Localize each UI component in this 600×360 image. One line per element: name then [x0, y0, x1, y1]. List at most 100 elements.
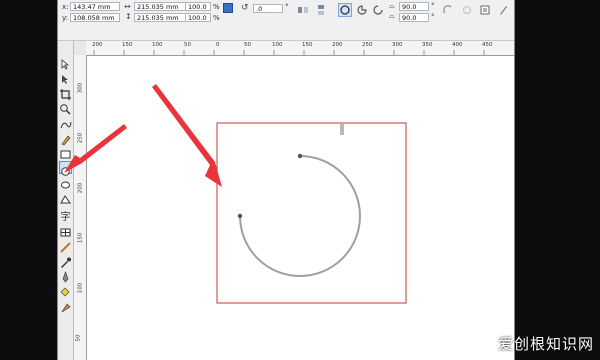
start-angle-icon: ⌓	[389, 2, 395, 10]
ruler-tick-label: 100	[272, 42, 283, 48]
ruler-tick-label: 300	[77, 82, 84, 94]
ruler-tick-label: 150	[122, 42, 133, 48]
ruler-tick-label: 150	[77, 232, 84, 244]
eyedropper-tool-icon	[61, 257, 71, 268]
svg-text:字: 字	[61, 210, 71, 222]
ellipse-icon	[340, 5, 350, 15]
start-angle-degree: °	[431, 2, 435, 10]
ruler-tick-label: 50	[75, 334, 82, 342]
toolbox: 字	[58, 41, 74, 360]
smart-fill-button[interactable]	[59, 131, 72, 146]
rotation-field[interactable]: .0	[253, 4, 283, 13]
basic-shapes-icon	[60, 195, 71, 204]
dimension-tool-button[interactable]	[59, 239, 72, 253]
rotation-handle	[340, 124, 344, 135]
polygon-tool-icon	[61, 181, 70, 189]
scale-x-percent: %	[213, 3, 220, 11]
ellipse-mode-button[interactable]	[338, 3, 352, 17]
polygon-tool-button[interactable]	[59, 176, 72, 189]
ruler-tick-label: 250	[77, 132, 84, 144]
ruler-tick-label: 150	[302, 42, 313, 48]
dimension-tool-icon	[60, 242, 71, 253]
ruler-tick-label: 250	[362, 42, 373, 48]
outline-pen-button[interactable]	[59, 269, 72, 283]
pie-icon	[357, 5, 367, 15]
zoom-tool-button[interactable]	[59, 101, 72, 115]
outline-width-button[interactable]	[478, 3, 492, 17]
y-label: y:	[62, 14, 68, 22]
pie-mode-button[interactable]	[355, 3, 369, 17]
ruler-tick-label: 200	[332, 42, 343, 48]
eyedropper-tool-button[interactable]	[59, 254, 72, 268]
height-field[interactable]: 215.035 mm	[134, 13, 188, 22]
wrap-text-button[interactable]	[460, 3, 474, 17]
ruler-tick-label: 400	[452, 42, 463, 48]
x-position-field[interactable]: 143.47 mm	[70, 2, 120, 11]
interactive-fill-button[interactable]	[59, 299, 72, 313]
fill-tool-button[interactable]	[59, 284, 72, 297]
end-angle-degree: °	[431, 13, 435, 21]
fill-tool-icon	[60, 287, 70, 297]
scale-y-percent: %	[213, 14, 220, 22]
ruler-tick-label: 50	[244, 42, 251, 48]
rectangle-tool-icon	[60, 150, 71, 159]
rotation-degree: °	[285, 3, 289, 11]
rotate-icon: ↺	[241, 3, 249, 13]
smart-fill-icon	[61, 135, 71, 146]
width-field[interactable]: 215.035 mm	[134, 2, 188, 11]
scale-x-field[interactable]: 100.0	[185, 2, 211, 11]
basic-shapes-button[interactable]	[59, 191, 72, 204]
table-tool-button[interactable]	[59, 224, 72, 237]
horizontal-ruler-ticks	[93, 50, 485, 55]
pick-tool-button[interactable]	[59, 56, 72, 70]
crop-tool-icon	[60, 89, 71, 100]
mirror-horizontal-icon	[298, 7, 308, 13]
horizontal-ruler[interactable]: 200 150 100 50 0 50 100 150 200 250 300 …	[86, 41, 514, 56]
end-angle-icon: ⌓	[389, 12, 395, 20]
ruler-tick-label: 300	[392, 42, 403, 48]
pen-icon	[500, 6, 507, 15]
table-tool-icon	[60, 228, 71, 237]
ellipse-tool-button[interactable]	[59, 161, 72, 176]
end-angle-field[interactable]: 90.0	[399, 13, 429, 22]
freehand-tool-button[interactable]	[59, 116, 72, 129]
ruler-tick-label: 450	[482, 42, 493, 48]
watermark-text: 爱创根知识网	[497, 335, 594, 353]
canvas-drawing	[216, 122, 407, 304]
drawing-canvas[interactable]	[87, 56, 514, 360]
start-angle-field[interactable]: 90.0	[399, 2, 429, 11]
lock-ratio-icon[interactable]	[223, 3, 233, 13]
mirror-vertical-icon	[318, 5, 324, 15]
direction-button[interactable]	[441, 3, 455, 17]
shape-tool-icon	[62, 75, 68, 84]
text-tool-icon: 字	[61, 210, 71, 223]
arc-mode-button[interactable]	[371, 3, 385, 17]
mirror-vertical-button[interactable]	[314, 3, 328, 17]
convert-to-curves-button[interactable]	[496, 3, 510, 17]
direction-icon	[443, 5, 452, 14]
coreldraw-window: x: 143.47 mm y: 108.058 mm ↔ 215.035 mm …	[57, 0, 515, 360]
freehand-tool-icon	[60, 121, 72, 129]
pick-tool-icon	[61, 59, 70, 70]
ruler-tick-label: 350	[422, 42, 433, 48]
ruler-tick-label: 100	[152, 42, 163, 48]
interactive-fill-icon	[61, 303, 71, 313]
ruler-tick-label: 50	[184, 42, 191, 48]
arc-start-node	[297, 153, 303, 159]
ruler-tick-label: 100	[77, 282, 84, 294]
ruler-tick-label: 200	[92, 42, 103, 48]
wrap-text-icon	[462, 5, 472, 15]
shape-tool-button[interactable]	[59, 71, 72, 84]
y-position-field[interactable]: 108.058 mm	[70, 13, 120, 22]
text-tool-button[interactable]: 字	[59, 207, 72, 223]
vertical-ruler[interactable]: 300 250 200 150 100 50	[74, 55, 87, 360]
crop-tool-button[interactable]	[59, 86, 72, 100]
rectangle-tool-button[interactable]	[59, 146, 72, 159]
scale-y-field[interactable]: 100.0	[185, 13, 211, 22]
outline-pen-icon	[62, 271, 69, 283]
outline-width-icon	[480, 5, 490, 15]
x-label: x:	[62, 3, 69, 11]
height-arrows-icon: ↕	[125, 12, 132, 21]
mirror-horizontal-button[interactable]	[296, 3, 310, 17]
arc-shape	[239, 155, 361, 277]
